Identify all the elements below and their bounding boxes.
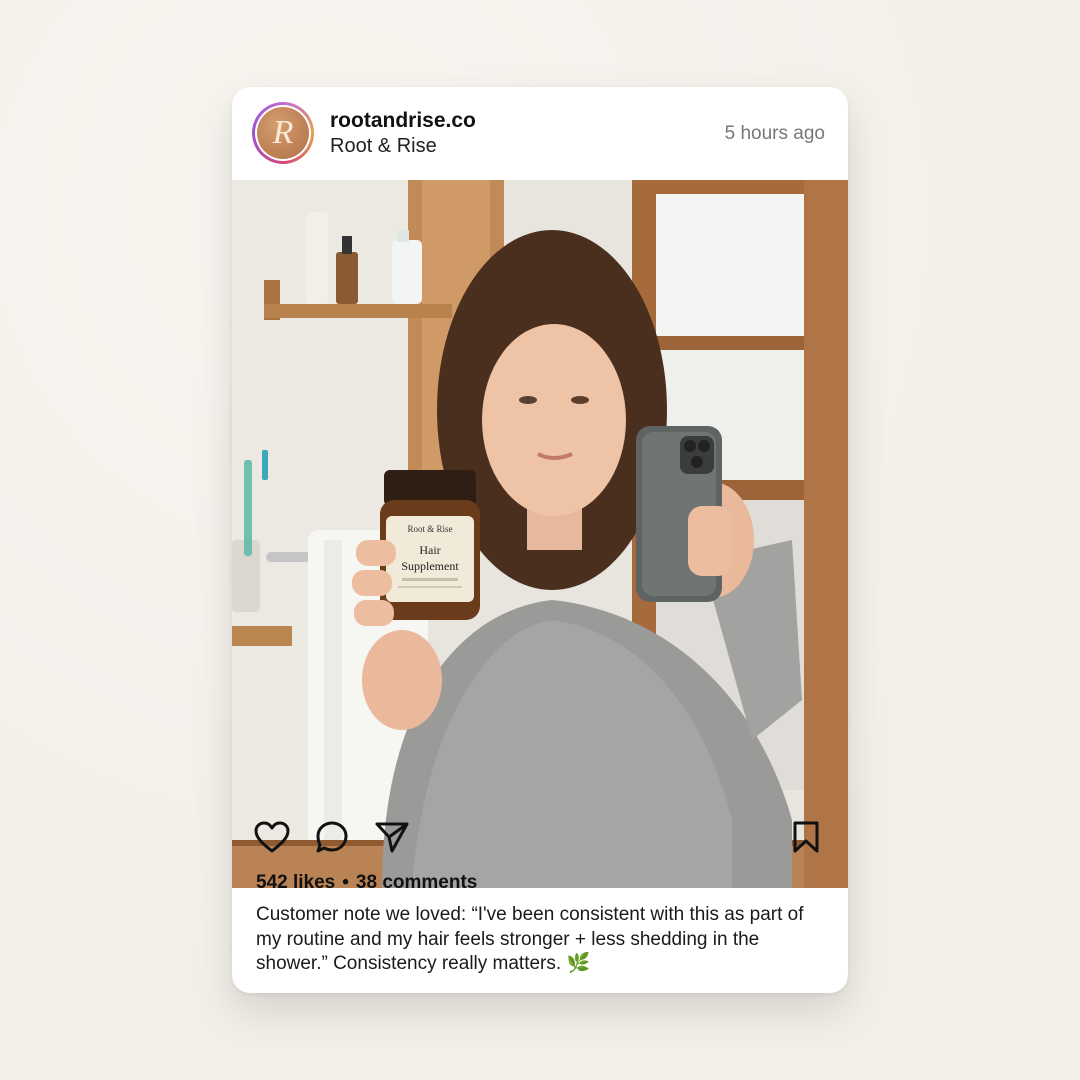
heart-icon [254,821,290,853]
bottle-title-line1: Hair [419,543,440,557]
avatar[interactable]: R [252,102,314,164]
bottle-title-line2: Supplement [401,559,459,573]
comments-count[interactable]: 38 comments [356,872,477,893]
bottle-brand-text: Root & Rise [407,524,452,534]
post-caption: Customer note we loved: “I've been consi… [256,904,804,974]
paper-plane-icon [375,822,409,853]
bookmark-icon [793,821,819,853]
stats-separator: • [342,872,349,893]
like-button[interactable] [252,817,292,857]
post-photo[interactable]: Root & Rise Hair Supplement [232,180,848,888]
page: R rootandrise.co Root & Rise 5 hours ago [0,0,1080,1080]
brand-logo: R [257,107,309,159]
save-button[interactable] [786,817,826,857]
username[interactable]: rootandrise.co [330,109,476,133]
share-button[interactable] [372,817,412,857]
comment-bubble-icon [316,821,348,853]
display-name: Root & Rise [330,135,437,157]
post-header: R rootandrise.co Root & Rise 5 hours ago [232,87,848,180]
comment-button[interactable] [312,817,352,857]
likes-count[interactable]: 542 likes [256,872,335,893]
post-timestamp: 5 hours ago [724,123,825,144]
avatar-ring: R [255,105,311,161]
post-card: R rootandrise.co Root & Rise 5 hours ago [232,87,848,993]
post-stats: 542 likes • 38 comments [256,872,477,894]
